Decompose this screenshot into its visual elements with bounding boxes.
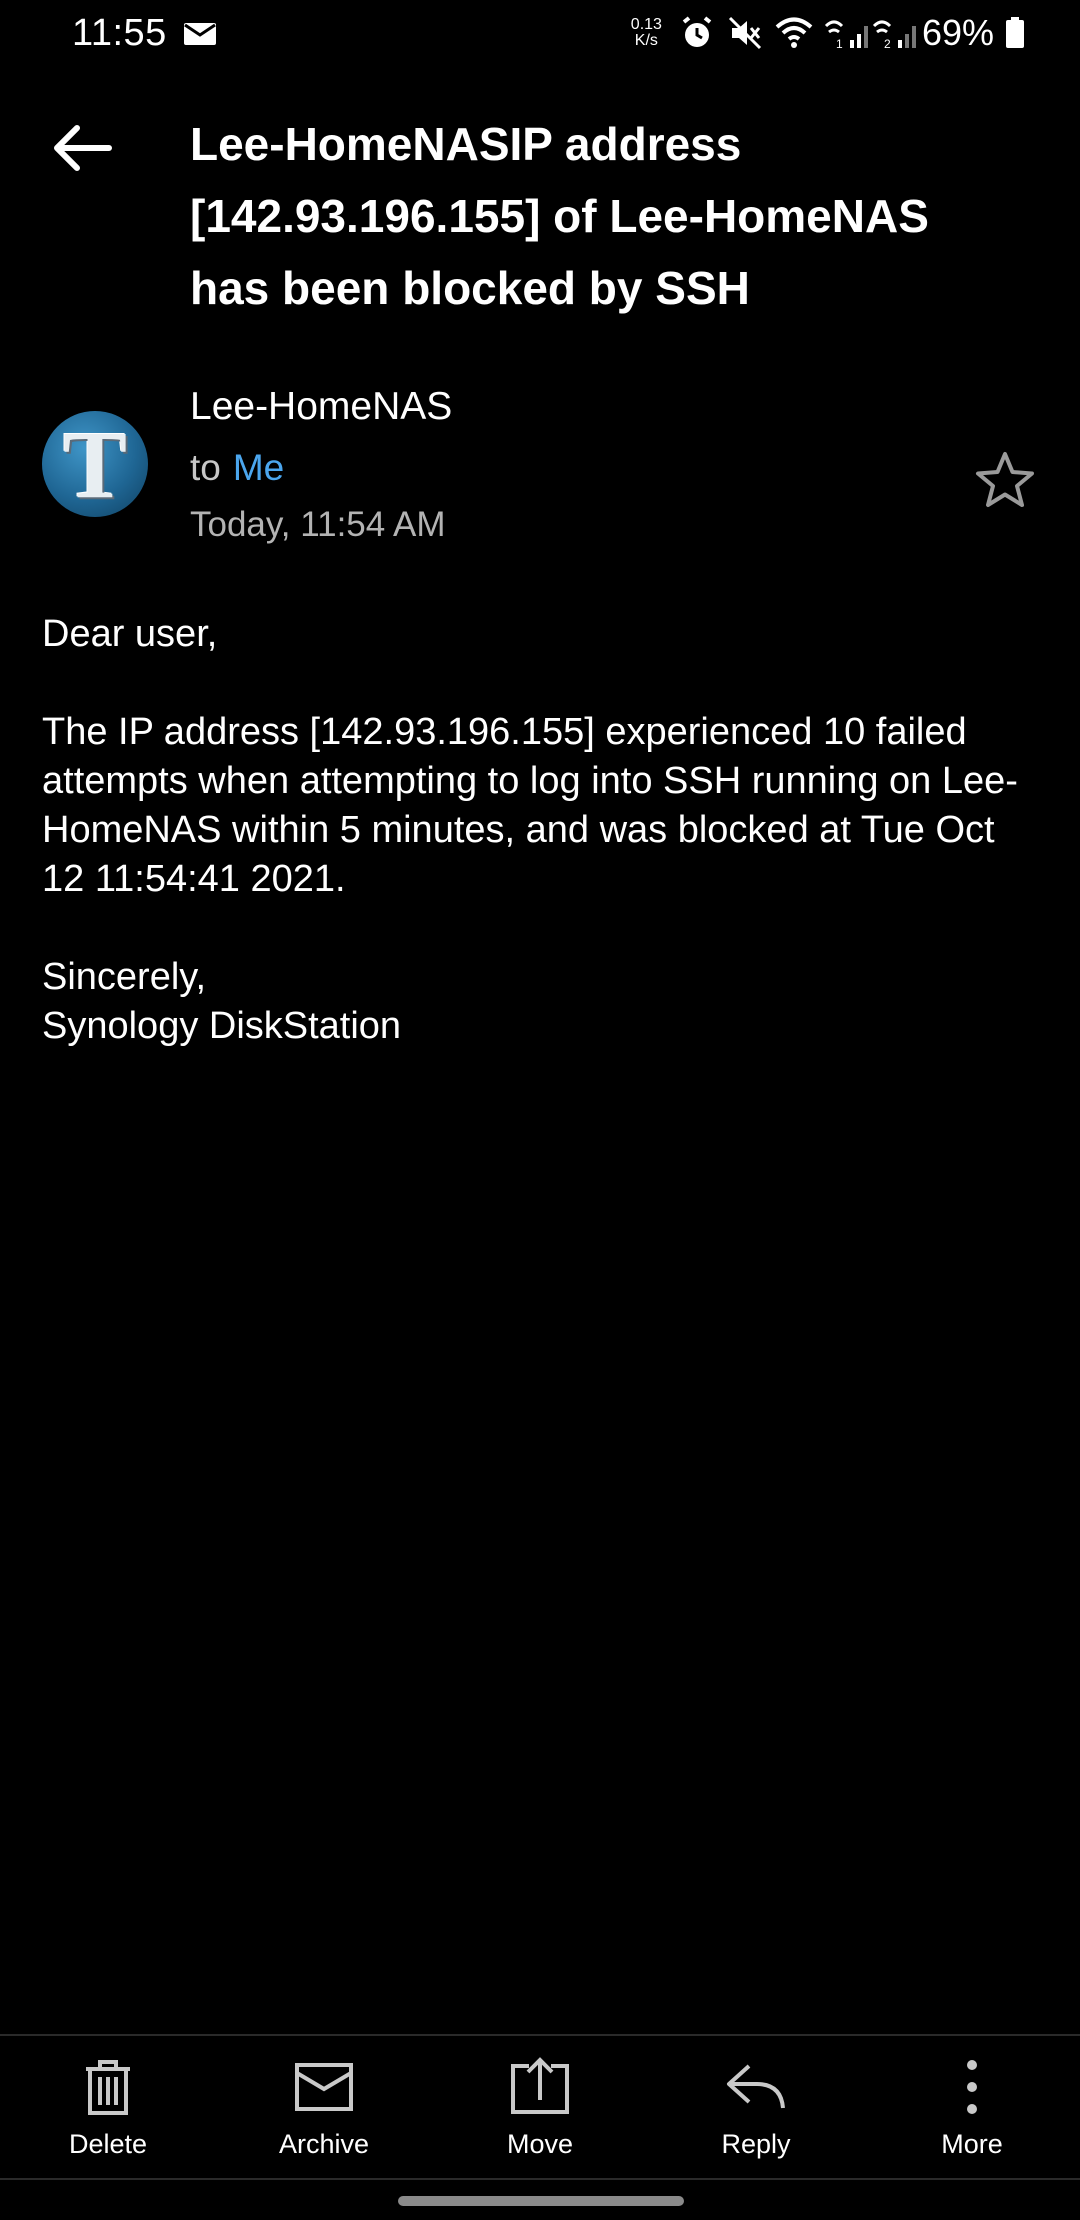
body-closing: Sincerely, Synology DiskStation xyxy=(42,953,1042,1051)
network-speed: 0.13 K/s xyxy=(631,17,662,49)
reply-button[interactable]: Reply xyxy=(648,2055,864,2160)
home-indicator[interactable] xyxy=(398,2196,684,2206)
move-label: Move xyxy=(506,2128,574,2159)
body-greeting: Dear user, xyxy=(42,613,218,655)
sender-block: T Lee-HomeNAS to Me Today, 11:54 AM xyxy=(0,385,1080,555)
sender-name[interactable]: Lee-HomeNAS xyxy=(190,385,452,429)
email-body: Dear user, The IP address [142.93.196.15… xyxy=(42,610,1042,1051)
delete-button[interactable]: Delete xyxy=(0,2055,216,2160)
trash-icon xyxy=(76,2055,140,2119)
recipient-link[interactable]: Me xyxy=(233,447,284,488)
back-arrow-icon xyxy=(54,125,112,171)
battery-percentage: 69% xyxy=(921,12,994,53)
mail-icon xyxy=(183,14,221,52)
battery-icon xyxy=(1004,14,1042,52)
more-vertical-icon xyxy=(940,2055,1004,2119)
body-message: The IP address [142.93.196.155] experien… xyxy=(42,711,1018,900)
network-speed-value: 0.13 xyxy=(630,16,662,33)
archive-button[interactable]: Archive xyxy=(216,2055,432,2160)
more-label: More xyxy=(941,2128,1003,2159)
archive-icon xyxy=(292,2055,356,2119)
email-subject: Lee-HomeNASIP address [142.93.196.155] o… xyxy=(190,118,929,314)
email-view-screen: 11:55 0.13 K/s 1 2 69% Lee-HomeNASIP add… xyxy=(0,0,1080,2220)
more-button[interactable]: More xyxy=(864,2055,1080,2160)
reply-icon xyxy=(724,2055,788,2119)
body-signature: Synology DiskStation xyxy=(42,1005,402,1047)
svg-text:1: 1 xyxy=(836,37,843,51)
status-bar: 11:55 0.13 K/s 1 2 69% xyxy=(0,0,1080,66)
status-time: 11:55 xyxy=(72,11,167,54)
avatar[interactable]: T xyxy=(42,410,148,518)
archive-label: Archive xyxy=(278,2128,370,2159)
avatar-letter: T xyxy=(62,410,128,518)
email-date: Today, 11:54 AM xyxy=(190,505,446,544)
svg-text:2: 2 xyxy=(884,37,891,51)
status-left: 11:55 xyxy=(72,12,221,55)
move-button[interactable]: Move xyxy=(432,2055,648,2160)
move-to-folder-icon xyxy=(508,2055,572,2119)
delete-label: Delete xyxy=(68,2128,148,2159)
star-button[interactable] xyxy=(970,445,1040,515)
star-icon xyxy=(976,452,1034,507)
mute-icon xyxy=(726,14,764,52)
signal-sim1-icon: 1 xyxy=(822,14,868,52)
wifi-icon xyxy=(774,14,813,52)
to-label: to xyxy=(190,447,221,488)
signal-sim2-icon: 2 xyxy=(870,14,916,52)
body-closing-line: Sincerely, xyxy=(42,956,207,998)
network-speed-unit: K/s xyxy=(634,32,658,49)
reply-label: Reply xyxy=(721,2128,791,2159)
back-button[interactable] xyxy=(44,110,120,186)
recipient-line: to Me xyxy=(190,447,284,489)
status-right: 0.13 K/s 1 2 69% xyxy=(631,12,1042,54)
bottom-action-bar: Delete Archive Move Reply More xyxy=(0,2034,1080,2180)
alarm-icon xyxy=(678,14,716,52)
